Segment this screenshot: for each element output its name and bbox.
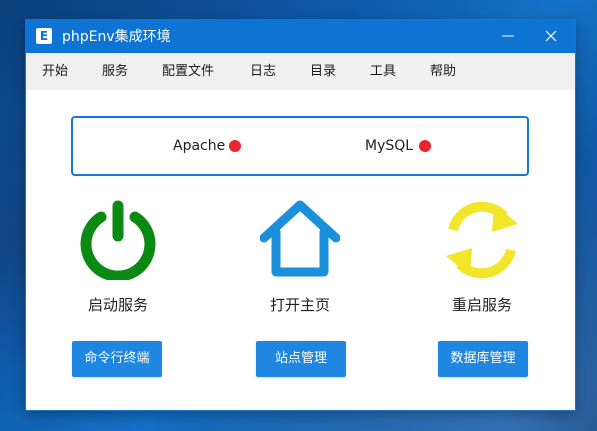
apache-status-label: Apache xyxy=(173,138,226,154)
close-icon xyxy=(545,30,557,42)
mysql-status-dot xyxy=(419,140,431,152)
start-service-label[interactable]: 启动服务 xyxy=(48,294,188,316)
menu-bar: 开始 服务 配置文件 日志 目录 工具 帮助 xyxy=(26,53,575,90)
restart-service-label[interactable]: 重启服务 xyxy=(412,294,552,316)
service-status-panel: Apache MySQL xyxy=(71,116,529,176)
home-icon[interactable] xyxy=(259,200,341,280)
terminal-button[interactable]: 命令行终端 xyxy=(72,341,162,377)
close-button[interactable] xyxy=(531,20,571,53)
menu-tools[interactable]: 工具 xyxy=(370,53,396,90)
refresh-icon[interactable] xyxy=(442,200,522,280)
site-management-button[interactable]: 站点管理 xyxy=(256,341,346,377)
database-management-button[interactable]: 数据库管理 xyxy=(438,341,528,377)
menu-directory[interactable]: 目录 xyxy=(310,53,336,90)
minimize-icon xyxy=(502,35,514,37)
app-logo-letter: E xyxy=(39,29,49,43)
menu-config-files[interactable]: 配置文件 xyxy=(162,53,214,90)
start-service-action[interactable]: 启动服务 xyxy=(48,200,188,330)
app-window: E phpEnv集成环境 开始 服务 配置文件 日志 目录 工具 帮助 Apac… xyxy=(26,20,575,410)
restart-service-action[interactable]: 重启服务 xyxy=(412,200,552,330)
mysql-status-label: MySQL xyxy=(365,138,414,154)
app-logo-icon: E xyxy=(36,28,52,44)
minimize-button[interactable] xyxy=(488,20,528,53)
menu-log[interactable]: 日志 xyxy=(250,53,276,90)
title-bar[interactable]: E phpEnv集成环境 xyxy=(26,20,575,53)
menu-help[interactable]: 帮助 xyxy=(430,53,456,90)
open-homepage-action[interactable]: 打开主页 xyxy=(230,200,370,330)
window-title: phpEnv集成环境 xyxy=(62,29,171,45)
apache-status-dot xyxy=(229,140,241,152)
menu-start[interactable]: 开始 xyxy=(42,53,68,90)
power-icon[interactable] xyxy=(78,200,158,282)
open-homepage-label[interactable]: 打开主页 xyxy=(230,294,370,316)
menu-service[interactable]: 服务 xyxy=(102,53,128,90)
